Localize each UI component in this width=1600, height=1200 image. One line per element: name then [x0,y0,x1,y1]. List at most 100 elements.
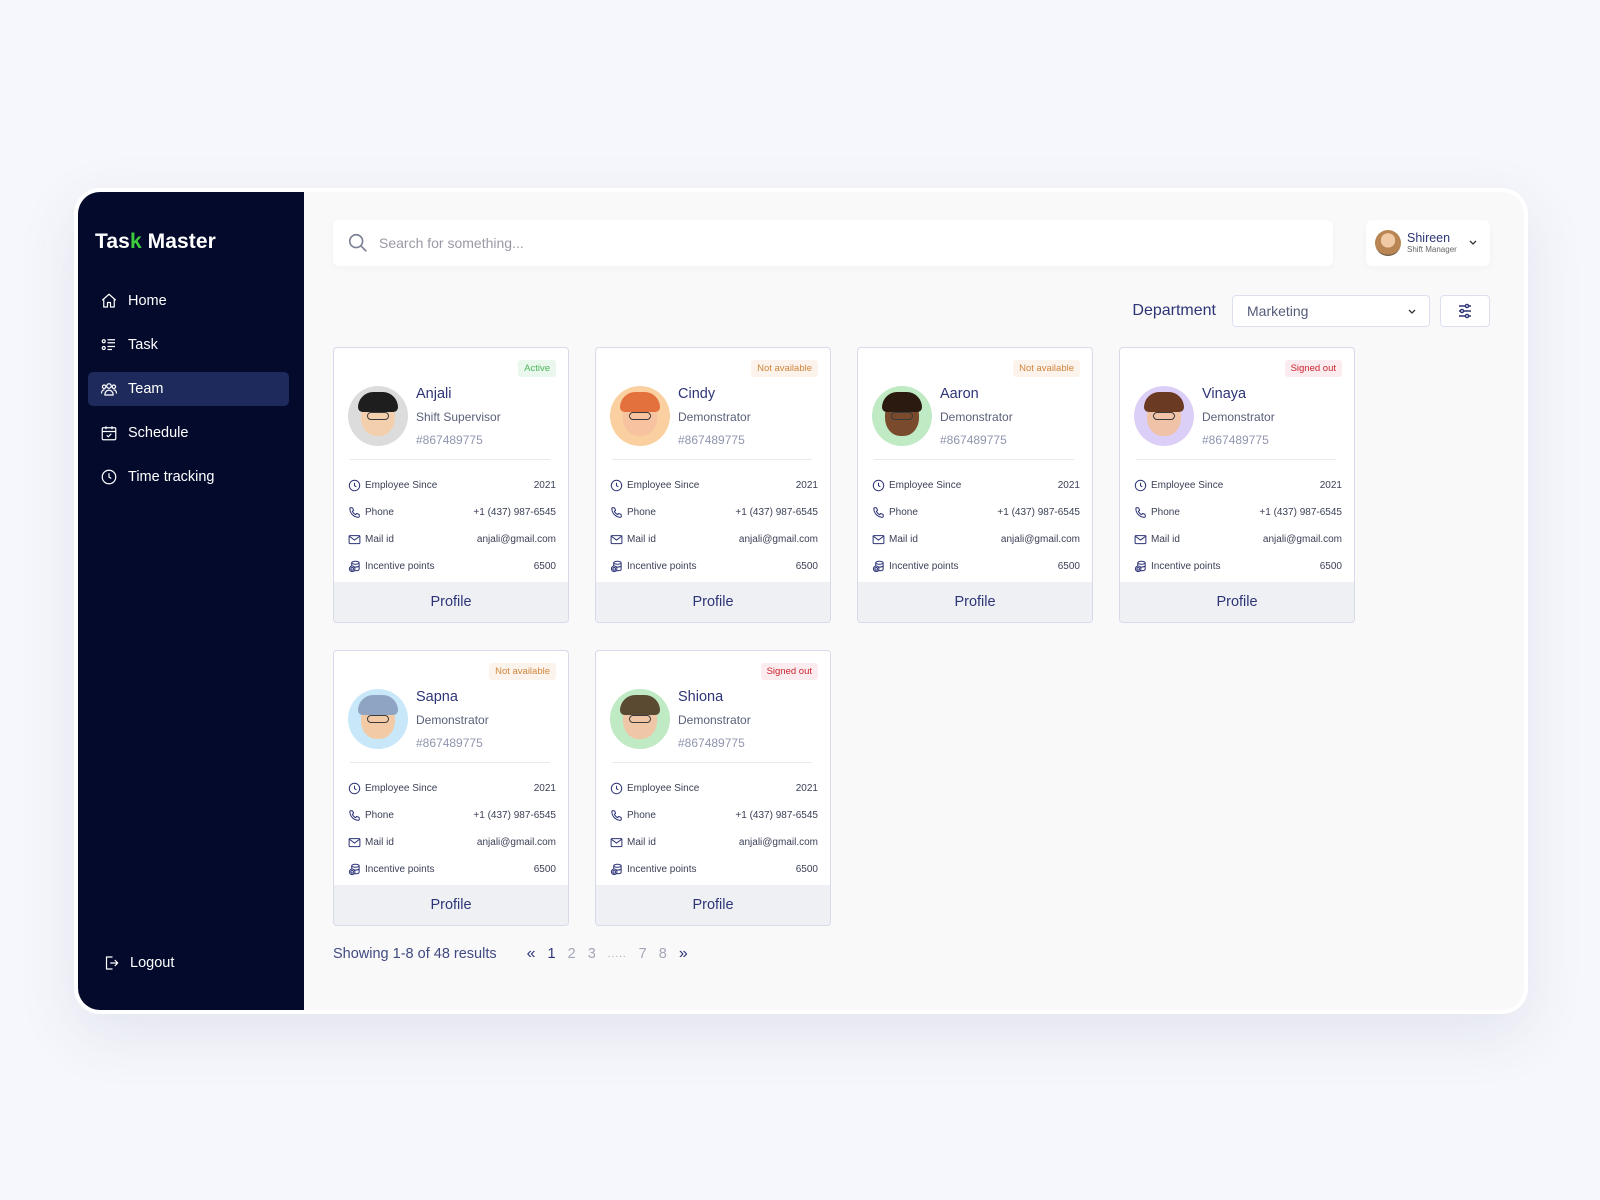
employee-name: Aaron [940,386,979,402]
sidebar-item-label: Team [128,381,164,397]
employee-role: Shift Supervisor [416,410,501,424]
pagination-page[interactable]: 8 [659,946,667,962]
employee-name: Cindy [678,386,716,402]
sidebar-item-label: Home [128,293,167,309]
sidebar-item-label: Schedule [128,425,189,441]
clock-icon [348,782,361,795]
pagination-footer: Showing 1-8 of 48 results « 1 2 3 ..... … [333,945,700,963]
avatar [872,386,932,446]
detail-value: 2021 [795,783,818,794]
detail-label: Employee Since [365,480,438,491]
detail-label: Employee Since [1151,480,1224,491]
mail-icon [1134,533,1147,546]
sidebar-item-time-tracking[interactable]: Time tracking [88,460,289,494]
employee-id: #867489775 [678,736,745,750]
profile-button[interactable]: Profile [1120,582,1354,622]
pagination-ellipsis: ..... [607,948,627,960]
pagination-page[interactable]: 7 [639,946,647,962]
detail-label: Incentive points [365,864,435,875]
detail-incentive: Incentive points 6500 [348,553,556,580]
detail-label: Mail id [365,837,394,848]
chevron-down-icon [1408,309,1416,314]
avatar [610,689,670,749]
pagination-page[interactable]: 2 [568,946,576,962]
pagination-prev[interactable]: « [527,945,536,963]
divider [350,459,550,460]
profile-button[interactable]: Profile [858,582,1092,622]
detail-value: 2021 [1319,480,1342,491]
avatar-hair [358,695,398,715]
detail-value: 6500 [533,561,556,572]
logout-label: Logout [130,955,175,971]
employee-id: #867489775 [416,736,483,750]
pagination-page[interactable]: 3 [588,946,596,962]
pagination-next[interactable]: » [679,945,688,963]
detail-value: +1 (437) 987-6545 [1259,507,1342,518]
detail-mail: Mail id anjali@gmail.com [610,526,818,553]
profile-button[interactable]: Profile [334,885,568,925]
mail-icon [872,533,885,546]
clock-icon [610,479,623,492]
detail-label: Incentive points [889,561,959,572]
avatar-face [358,392,398,436]
employee-name: Vinaya [1202,386,1247,402]
main-content: Shireen Shift Manager Department Marketi… [304,192,1524,1010]
detail-employee-since: Employee Since 2021 [872,472,1080,499]
user-role: Shift Manager [1407,245,1457,255]
phone-icon [610,506,623,519]
detail-employee-since: Employee Since 2021 [610,472,818,499]
employee-card: Not available Cindy Demonstrator #867489… [595,347,831,623]
sliders-icon [1459,303,1471,319]
profile-button[interactable]: Profile [334,582,568,622]
detail-incentive: Incentive points 6500 [872,553,1080,580]
detail-label: Phone [889,507,918,518]
sidebar-item-schedule[interactable]: Schedule [88,416,289,450]
employee-id: #867489775 [940,433,1007,447]
logo-text-suffix: Master [141,230,216,253]
detail-label: Employee Since [889,480,962,491]
detail-phone: Phone +1 (437) 987-6545 [348,802,556,829]
mail-icon [610,533,623,546]
detail-mail: Mail id anjali@gmail.com [610,829,818,856]
pagination-page[interactable]: 1 [548,946,556,962]
logout-button[interactable]: Logout [102,954,174,972]
search-bar[interactable] [333,220,1333,266]
search-input[interactable] [379,235,1279,251]
profile-button[interactable]: Profile [596,582,830,622]
results-summary: Showing 1-8 of 48 results [333,946,497,962]
avatar-face [358,695,398,739]
detail-value: 2021 [1057,480,1080,491]
filter-bar: Department Marketing [1132,295,1490,327]
coins-icon [610,560,623,573]
user-menu[interactable]: Shireen Shift Manager [1366,220,1490,266]
avatar-face [620,695,660,739]
employee-card: Not available Aaron Demonstrator #867489… [857,347,1093,623]
mail-icon [348,533,361,546]
clock-icon [348,479,361,492]
detail-label: Incentive points [627,561,697,572]
detail-employee-since: Employee Since 2021 [1134,472,1342,499]
detail-phone: Phone +1 (437) 987-6545 [872,499,1080,526]
detail-label: Mail id [1151,534,1180,545]
profile-button[interactable]: Profile [596,885,830,925]
sidebar-nav: Home Task Team Schedule Time tracking [88,284,289,504]
sidebar-item-team[interactable]: Team [88,372,289,406]
employee-card: Not available Sapna Demonstrator #867489… [333,650,569,926]
avatar [348,386,408,446]
department-select[interactable]: Marketing [1232,295,1430,327]
detail-label: Mail id [889,534,918,545]
detail-label: Employee Since [365,783,438,794]
detail-mail: Mail id anjali@gmail.com [872,526,1080,553]
divider [612,762,812,763]
sidebar-item-home[interactable]: Home [88,284,289,318]
employee-role: Demonstrator [940,410,1013,424]
sidebar-item-task[interactable]: Task [88,328,289,362]
employee-name: Shiona [678,689,724,705]
employee-card: Signed out Vinaya Demonstrator #86748977… [1119,347,1355,623]
detail-employee-since: Employee Since 2021 [610,775,818,802]
avatar-glasses [1153,412,1175,420]
avatar-hair [1144,392,1184,412]
avatar-face [882,392,922,436]
pagination: « 1 2 3 ..... 7 8 » [527,945,700,963]
filter-settings-button[interactable] [1440,295,1490,327]
